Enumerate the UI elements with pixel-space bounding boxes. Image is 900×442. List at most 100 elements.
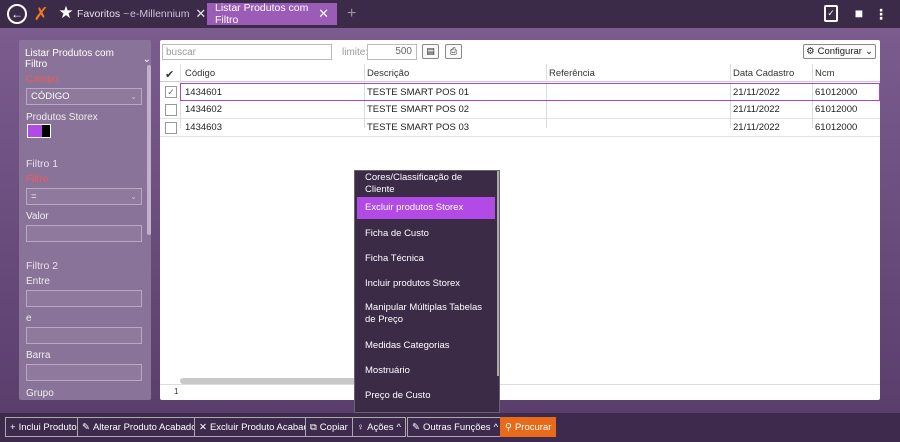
filter-panel-header[interactable]: Listar Produtos com Filtro ⌄ [25, 48, 151, 70]
logo-icon: ✗ [33, 3, 49, 24]
row-checkbox[interactable] [165, 122, 177, 134]
tab-e-millennium[interactable]: e-Millennium ✕ [130, 3, 206, 25]
close-icon[interactable]: ✕ [195, 6, 206, 22]
filtro2-title: Filtro 2 [26, 260, 59, 272]
e-label: e [26, 313, 32, 324]
clipboard-icon[interactable]: ✓ [824, 5, 838, 22]
cell-descricao: TESTE SMART POS 01 [367, 87, 470, 98]
menu-item-ficha-custo[interactable]: Ficha de Custo [357, 224, 495, 244]
storex-color-swatch[interactable] [27, 124, 51, 138]
entre-label: Entre [26, 276, 50, 287]
campo-select[interactable]: CÓDIGO ⌄ [26, 88, 142, 105]
menu-item-preco-custo[interactable]: Preço de Custo [357, 386, 495, 406]
edit-icon: ✎ [412, 421, 420, 433]
valor-input[interactable] [26, 225, 142, 242]
star-icon[interactable]: ★ [57, 3, 75, 23]
cell-data: 21/11/2022 [733, 122, 780, 133]
edit-icon: ✎ [82, 421, 90, 433]
limit-input[interactable]: 500 [367, 44, 417, 60]
e-input[interactable] [26, 327, 142, 344]
gear-icon: ⚙ [806, 46, 815, 57]
print-icon[interactable]: ⎙ [445, 44, 462, 59]
chevron-up-icon: ^ [396, 421, 401, 433]
cell-ncm: 61012000 [815, 122, 858, 133]
excluir-produto-button[interactable]: ✕ Excluir Produto Acabado [194, 417, 320, 437]
chevron-up-icon: ^ [493, 421, 499, 433]
close-icon[interactable]: ✕ [318, 6, 329, 22]
products-grid: buscar limite: 500 ▤ ⎙ ⚙ Configurar ⌄ ✔ Có… [160, 40, 880, 400]
table-row[interactable]: 1434601 TESTE SMART POS 01 21/11/2022 61… [180, 83, 880, 101]
procurar-button[interactable]: ⚲ Procurar [500, 417, 557, 437]
chevron-down-icon: ⌄ [142, 53, 151, 65]
filtro-label: Filtro [26, 174, 49, 185]
produtos-storex-label: Produtos Storex [26, 112, 98, 123]
acoes-button[interactable]: ♀ Ações ^ [352, 417, 406, 437]
campo-label: Campo [26, 74, 59, 85]
search-icon: ⚲ [505, 421, 512, 433]
valor-label: Valor [26, 211, 49, 222]
column-data-cadastro[interactable]: Data Cadastro [733, 68, 794, 79]
barra-input[interactable] [26, 364, 142, 381]
column-codigo[interactable]: Código [185, 68, 215, 79]
column-descricao[interactable]: Descrição [367, 68, 409, 79]
row-checkbox[interactable] [165, 104, 177, 116]
top-bar: ← ✗ ★ Favoritos ~ e-Millennium ✕ Listar … [0, 0, 900, 28]
copiar-button[interactable]: ⧉ Copiar [305, 417, 353, 437]
grid-header: ✔ Código Descrição Referência Data Cadas… [160, 64, 880, 82]
storex-color-dark [42, 125, 50, 137]
filtro-select[interactable]: = ⌄ [26, 188, 142, 205]
select-all-check-icon[interactable]: ✔ [165, 68, 174, 81]
column-referencia[interactable]: Referência [549, 68, 595, 79]
menu-item-medidas[interactable]: Medidas Categorias [357, 336, 495, 356]
configure-button[interactable]: ⚙ Configurar ⌄ [803, 44, 876, 59]
add-tab-button[interactable]: + [347, 3, 356, 25]
grupo-label: Grupo [26, 388, 54, 399]
close-icon: ✕ [199, 421, 207, 433]
search-input[interactable]: buscar [162, 44, 332, 60]
bulb-icon: ♀ [357, 421, 365, 433]
chevron-down-icon: ⌄ [864, 46, 873, 57]
chat-icon[interactable]: ■ [849, 5, 869, 21]
cell-codigo: 1434603 [185, 122, 222, 133]
inclui-produto-button[interactable]: + Inclui Produto [5, 417, 82, 437]
back-icon[interactable]: ← [7, 4, 27, 24]
menu-item-cores[interactable]: Cores/Classificação de Cliente [357, 172, 495, 195]
row-checkbox[interactable]: ✓ [165, 86, 177, 98]
menu-item-mostruario[interactable]: Mostruário [357, 361, 495, 381]
alterar-produto-button[interactable]: ✎ Alterar Produto Acabado [77, 417, 202, 437]
outras-funcoes-button[interactable]: ✎ Outras Funções ^ [407, 417, 504, 437]
plus-icon: + [10, 421, 16, 433]
column-ncm[interactable]: Ncm [815, 68, 835, 79]
pdf-icon[interactable]: ▤ [422, 44, 439, 59]
filter-panel: Listar Produtos com Filtro ⌄ Campo CÓDIGO… [19, 40, 151, 400]
cell-ncm: 61012000 [815, 87, 858, 98]
cell-ncm: 61012000 [815, 104, 858, 115]
cell-descricao: TESTE SMART POS 03 [367, 122, 470, 133]
cell-data: 21/11/2022 [733, 104, 780, 115]
limit-label: limite: [342, 47, 369, 58]
cell-data: 21/11/2022 [733, 87, 780, 98]
cell-codigo: 1434602 [185, 104, 222, 115]
chevron-down-icon: ⌄ [130, 92, 137, 101]
menu-item-ficha-tecnica[interactable]: Ficha Técnica [357, 249, 495, 269]
barra-label: Barra [26, 350, 51, 361]
menu-item-tabelas-preco[interactable]: Manipular Múltiplas Tabelas de Preço [357, 299, 495, 329]
tab-favoritos[interactable]: Favoritos ~ [77, 3, 129, 25]
menu-item-excluir-storex[interactable]: Excluir produtos Storex [357, 197, 495, 219]
more-icon[interactable]: ⋮ [874, 5, 888, 23]
menu-item-incluir-storex[interactable]: Incluir produtos Storex [357, 274, 495, 294]
tab-listar-produtos[interactable]: Listar Produtos com Filtro ✕ [207, 2, 337, 26]
table-row[interactable]: 1434602 TESTE SMART POS 02 21/11/2022 61… [160, 101, 880, 119]
table-row[interactable]: 1434603 TESTE SMART POS 03 21/11/2022 61… [160, 119, 880, 137]
menu-scrollbar[interactable] [497, 171, 499, 376]
grid-footer-count: 1 [160, 384, 880, 400]
filtro1-title: Filtro 1 [26, 158, 59, 170]
storex-color-fill [28, 125, 43, 137]
chevron-down-icon: ⌄ [130, 192, 137, 201]
bottom-toolbar: + Inclui Produto ✎ Alterar Produto Acabado… [0, 413, 900, 442]
entre-input[interactable] [26, 290, 142, 307]
cell-descricao: TESTE SMART POS 02 [367, 104, 470, 115]
copy-icon: ⧉ [310, 421, 317, 433]
cell-codigo: 1434601 [185, 87, 222, 98]
filter-panel-scrollbar[interactable] [147, 65, 151, 235]
